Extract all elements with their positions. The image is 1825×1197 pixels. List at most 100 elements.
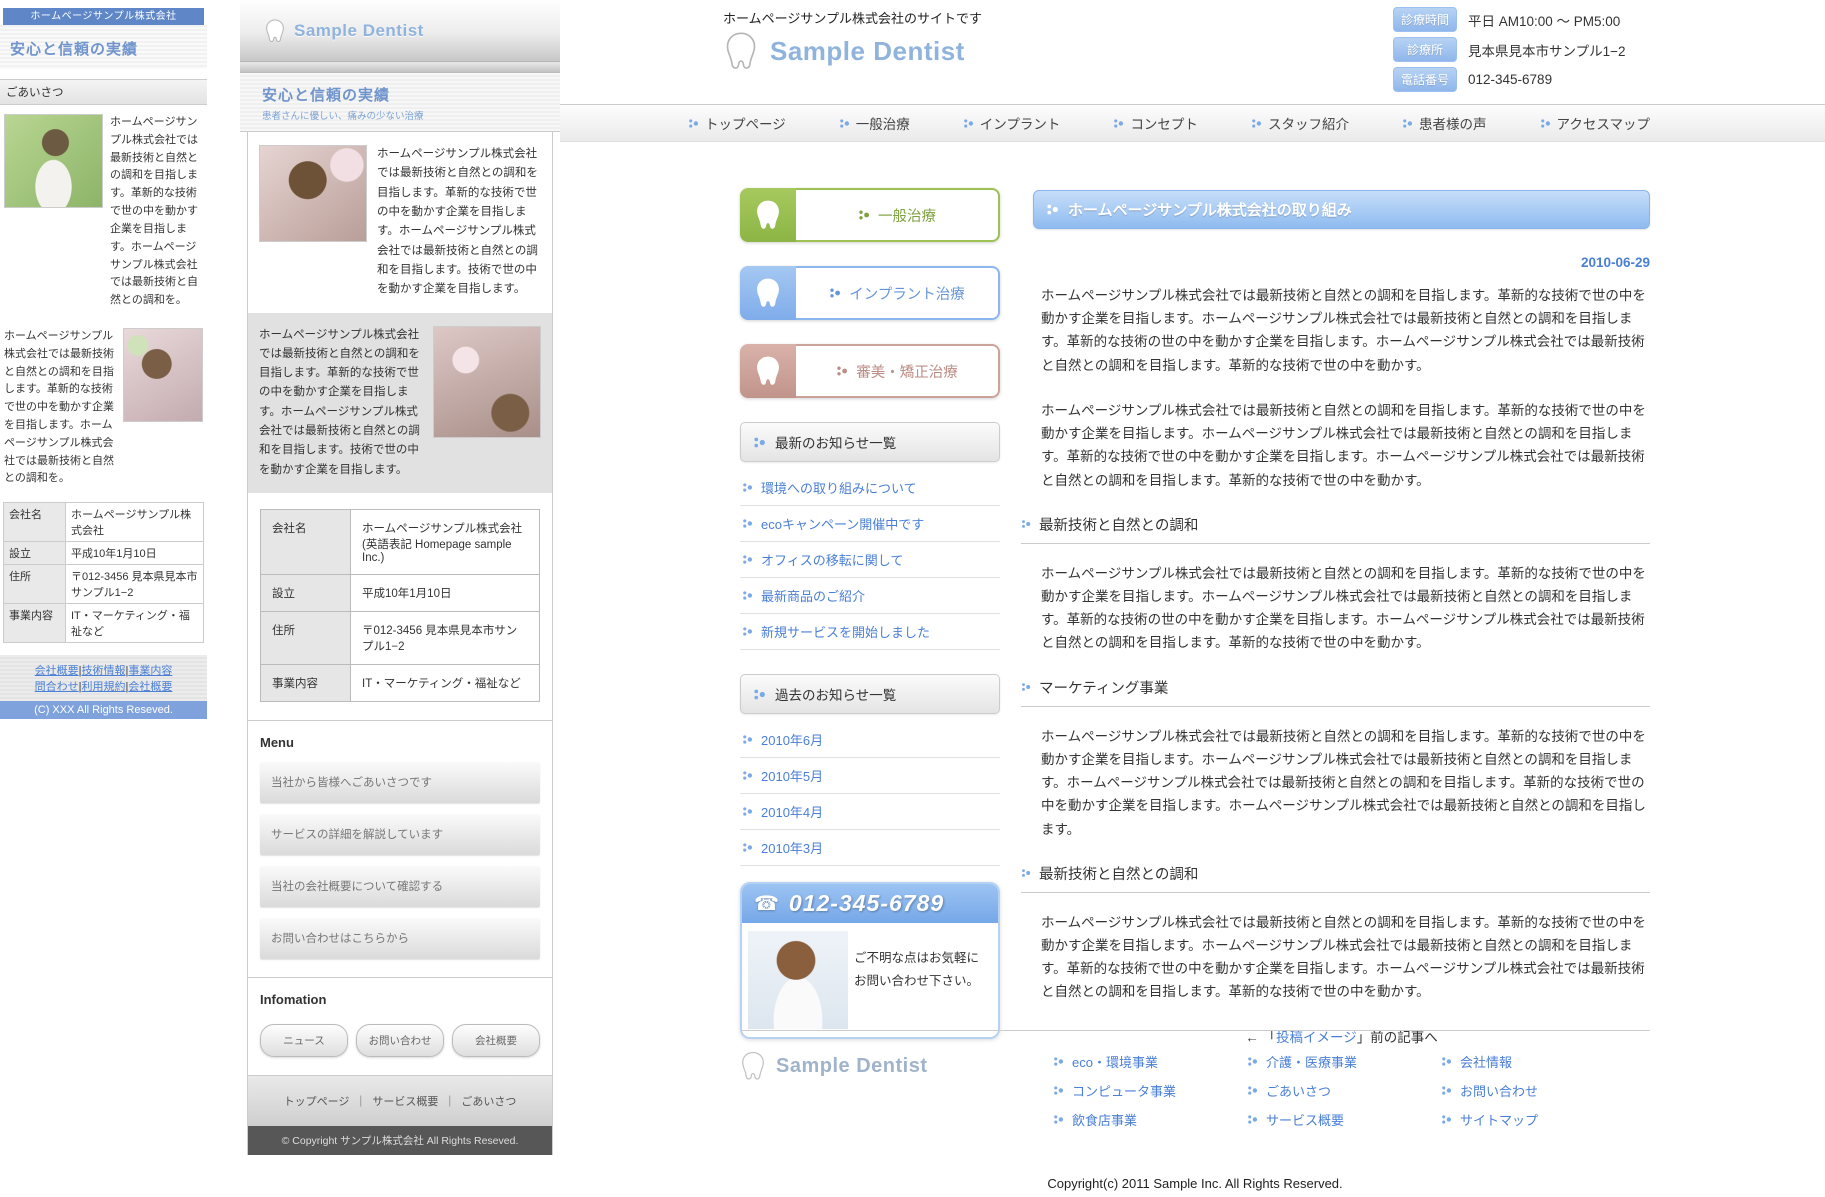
row-value: ホームページサンプル株式会社 — [66, 503, 204, 542]
link-technology-info[interactable]: 技術情報 — [82, 665, 126, 677]
menu-item-greeting[interactable]: 当社から皆様へごあいさつです — [260, 761, 540, 803]
general-treatment-button[interactable]: 一般治療 — [740, 188, 1000, 242]
row-value: 平成10年1月10日 — [351, 575, 540, 612]
list-item: お問い合わせ — [1441, 1081, 1635, 1100]
link-business-contents[interactable]: 事業内容 — [128, 665, 172, 677]
site-logo[interactable]: Sample Dentist — [720, 30, 965, 72]
footer-link-sitemap[interactable]: サイトマップ — [1460, 1110, 1538, 1129]
row-label: 住所 — [261, 612, 351, 665]
mobile-header-bar: ホームページサンプル株式会社 — [3, 8, 204, 25]
archive-link-2010-06[interactable]: 2010年6月 — [761, 730, 823, 749]
tooth-icon — [720, 30, 762, 72]
news-link-environment[interactable]: 環境への取り組みについて — [761, 478, 917, 497]
footer-link-contact[interactable]: お問い合わせ — [1460, 1081, 1538, 1100]
footer-link-eco[interactable]: eco・環境事業 — [1072, 1052, 1158, 1071]
section-heading: 最新技術と自然との調和 — [1021, 514, 1650, 544]
button-label: 審美・矯正治療 — [856, 361, 958, 382]
tablet-header-strip — [240, 62, 560, 73]
implant-treatment-button[interactable]: インプラント治療 — [740, 266, 1000, 320]
table-row: 設立 平成10年1月10日 — [4, 542, 204, 565]
nav-item-patient-voice[interactable]: 患者様の声 — [1402, 113, 1487, 133]
link-contact[interactable]: 問合わせ — [35, 681, 79, 693]
table-row: 住所 〒012-3456 見本県見本市サンプル1−2 — [4, 565, 204, 604]
news-link-new-product[interactable]: 最新商品のご紹介 — [761, 586, 865, 605]
logo-text: Sample Dentist — [770, 36, 965, 67]
footer-link-company-info[interactable]: 会社情報 — [1460, 1052, 1512, 1071]
list-item: 飲食店事業 — [1053, 1110, 1247, 1129]
phone-badge: 電話番号 — [1393, 67, 1457, 92]
phone-note: ご不明な点はお気軽に お問い合わせ下さい。 — [854, 931, 979, 1029]
news-link-new-service[interactable]: 新規サービスを開始しました — [761, 622, 930, 641]
row-label: 設立 — [261, 575, 351, 612]
phone-banner-body: ご不明な点はお気軽に お問い合わせ下さい。 — [742, 923, 998, 1037]
menu-item-company[interactable]: 当社の会社概要について確認する — [260, 865, 540, 907]
mobile-page-title: 安心と信頼の実績 — [10, 38, 197, 59]
footer-link-care[interactable]: 介護・医療事業 — [1266, 1052, 1357, 1071]
site-copyright: Copyright(c) 2011 Sample Inc. All Rights… — [740, 1176, 1650, 1191]
nav-item-concept[interactable]: コンセプト — [1113, 113, 1198, 133]
footer-logo[interactable]: Sample Dentist — [737, 1050, 927, 1082]
list-item: 介護・医療事業 — [1247, 1052, 1441, 1071]
clinic-location-row: 診療所 見本県見本市サンプル1−2 — [1393, 37, 1626, 62]
link-company-overview-2[interactable]: 会社概要 — [128, 681, 172, 693]
phone-icon: ☎ — [754, 891, 779, 916]
footer-link-computer[interactable]: コンピュータ事業 — [1072, 1081, 1176, 1100]
phone-contact-banner: ☎ 012-345-6789 ご不明な点はお気軽に お問い合わせ下さい。 — [740, 882, 1000, 1039]
company-button[interactable]: 会社概要 — [452, 1024, 540, 1057]
table-row: 住所 〒012-3456 見本県見本市サンプル1−2 — [261, 612, 540, 665]
nav-item-staff[interactable]: スタッフ紹介 — [1251, 113, 1349, 133]
menu-item-services[interactable]: サービスの詳細を解説しています — [260, 813, 540, 855]
mobile-greeting-text-2: ホームページサンプル株式会社では最新技術と自然との調和を目指します。革新的な技術… — [4, 328, 116, 488]
previous-article-link[interactable]: 投稿イメージ — [1276, 1030, 1357, 1045]
blossom-woman-photo — [433, 326, 541, 438]
sidebar: 一般治療 インプラント治療 審美・矯正治療 最新のお知らせ一覧 環境への取り組み… — [740, 188, 1000, 1039]
list-item: ecoキャンペーン開催中です — [740, 506, 1000, 542]
woman-park-photo — [4, 114, 103, 208]
nav-item-implant[interactable]: インプラント — [963, 113, 1061, 133]
phone-banner-header: ☎ 012-345-6789 — [742, 884, 998, 923]
tablet-page-subtitle: 患者さんに優しい、痛みの少ない治療 — [262, 108, 560, 122]
archive-link-2010-04[interactable]: 2010年4月 — [761, 802, 823, 821]
row-value: ホームページサンプル株式会社 (英語表記 Homepage sample Inc… — [351, 510, 540, 575]
nav-label: 患者様の声 — [1419, 113, 1487, 133]
archive-link-2010-03[interactable]: 2010年3月 — [761, 838, 823, 857]
news-link-office-move[interactable]: オフィスの移転に関して — [761, 550, 903, 569]
footer-nav-services[interactable]: サービス概要 — [372, 1096, 438, 1108]
cosmetic-treatment-button[interactable]: 審美・矯正治療 — [740, 344, 1000, 398]
footer-column-1: eco・環境事業 コンピュータ事業 飲食店事業 — [1053, 1052, 1247, 1139]
article-paragraph: ホームページサンプル株式会社では最新技術と自然との調和を目指します。革新的な技術… — [1033, 562, 1650, 655]
footer-link-greeting[interactable]: ごあいさつ — [1266, 1081, 1331, 1100]
footer-nav-greeting[interactable]: ごあいさつ — [461, 1096, 516, 1108]
nav-item-top[interactable]: トップページ — [688, 113, 786, 133]
archive-link-2010-05[interactable]: 2010年5月 — [761, 766, 823, 785]
tablet-information-heading: Infomation — [248, 977, 552, 1018]
company-name-line1: ホームページサンプル株式会社 — [362, 520, 528, 536]
row-value: 〒012-3456 見本県見本市サンプル1−2 — [351, 612, 540, 665]
box-title: 最新のお知らせ一覧 — [775, 432, 896, 452]
tooth-icon — [262, 18, 288, 44]
tooth-icon — [740, 266, 796, 320]
contact-button[interactable]: お問い合わせ — [356, 1024, 444, 1057]
button-label: インプラント治療 — [849, 283, 965, 304]
desktop-preview: ホームページサンプル株式会社のサイトです Sample Dentist 診療時間… — [560, 0, 1825, 1197]
footer-link-restaurant[interactable]: 飲食店事業 — [1072, 1110, 1137, 1129]
nurse-photo — [748, 931, 848, 1029]
footer-link-service-overview[interactable]: サービス概要 — [1266, 1110, 1344, 1129]
footer-nav-top[interactable]: トップページ — [284, 1096, 350, 1108]
tablet-page-title: 安心と信頼の実績 — [262, 84, 560, 105]
mobile-preview-column: ホームページサンプル株式会社 安心と信頼の実績 ごあいさつ ホームページサンプル… — [0, 0, 207, 719]
table-row: 会社名 ホームページサンプル株式会社 — [4, 503, 204, 542]
news-button[interactable]: ニュース — [260, 1024, 348, 1057]
nav-item-general-treatment[interactable]: 一般治療 — [839, 113, 910, 133]
mobile-copyright-bar: (C) XXX All Rights Reseved. — [0, 701, 207, 719]
news-link-eco-campaign[interactable]: ecoキャンペーン開催中です — [761, 514, 924, 533]
clinic-phone-row: 電話番号 012-345-6789 — [1393, 67, 1626, 92]
list-item: 2010年3月 — [740, 830, 1000, 866]
nav-item-access-map[interactable]: アクセスマップ — [1540, 113, 1650, 133]
tablet-logo[interactable]: Sample Dentist — [294, 21, 424, 41]
tablet-greeting-text-2: ホームページサンプル株式会社では最新技術と自然との調和を目指します。革新的な技術… — [259, 326, 423, 481]
menu-item-contact[interactable]: お問い合わせはこちらから — [260, 917, 540, 959]
link-terms[interactable]: 利用規約 — [82, 681, 126, 693]
link-company-overview[interactable]: 会社概要 — [35, 665, 79, 677]
archive-list: 2010年6月 2010年5月 2010年4月 2010年3月 — [740, 722, 1000, 866]
